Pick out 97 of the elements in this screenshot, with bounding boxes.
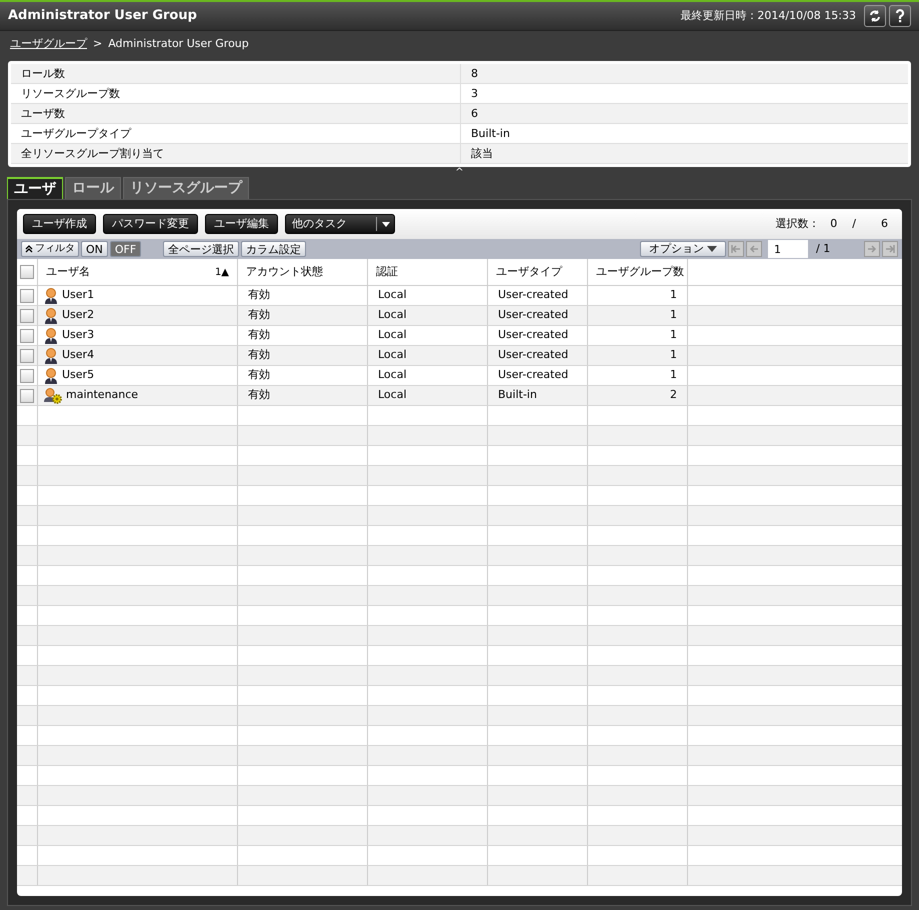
table-cell-text: Built-in <box>498 387 537 404</box>
user-name[interactable]: User4 <box>62 347 94 364</box>
summary-value: 該当 <box>470 146 494 162</box>
table-cell-text: 有効 <box>248 287 270 304</box>
summary-value: 3 <box>470 86 479 102</box>
refresh-button[interactable] <box>864 5 886 27</box>
selection-label: 選択数： <box>775 216 820 232</box>
dropdown-arrow-icon <box>707 246 717 252</box>
filter-toggle[interactable]: OFF <box>110 241 142 257</box>
breadcrumb-separator: > <box>93 36 102 52</box>
refresh-icon <box>868 9 882 23</box>
selection-total: 6 <box>881 216 888 232</box>
toolbar-button[interactable]: ユーザ作成 <box>23 214 96 234</box>
column-header[interactable]: ユーザタイプ <box>496 264 562 280</box>
user-name[interactable]: User2 <box>62 307 94 324</box>
last-page-button[interactable] <box>882 241 898 257</box>
updated-time: 2014/10/08 15:33 <box>757 8 856 24</box>
window-title: Administrator User Group <box>8 7 197 26</box>
tab[interactable]: ユーザ <box>7 177 63 199</box>
table-cell-text: Local <box>378 327 407 344</box>
table-cell-text: User-created <box>498 347 568 364</box>
help-button[interactable] <box>889 5 911 27</box>
summary-label: リソースグループ数 <box>11 84 461 103</box>
table-cell-text: Local <box>378 307 407 324</box>
summary-label: ユーザ数 <box>11 104 461 123</box>
table-cell-text: 1 <box>670 327 677 344</box>
column-settings-button[interactable]: カラム設定 <box>241 241 306 257</box>
checkbox[interactable] <box>20 288 34 302</box>
filter-button[interactable]: フィルタ <box>21 241 79 257</box>
table-cell-text: Local <box>378 387 407 404</box>
sort-indicator[interactable]: 1▲ <box>214 264 229 280</box>
table-cell-text: 有効 <box>248 367 270 384</box>
breadcrumb-current: Administrator User Group <box>108 36 249 52</box>
column-header[interactable]: 認証 <box>376 264 398 280</box>
table-cell-text: User-created <box>498 307 568 324</box>
first-page-button[interactable] <box>728 241 744 257</box>
dropdown-arrow-icon <box>382 222 390 226</box>
checkbox[interactable] <box>20 368 34 382</box>
table-cell-text: 有効 <box>248 307 270 324</box>
checkbox[interactable] <box>20 348 34 362</box>
person-gear-icon <box>44 388 62 404</box>
selection-separator: / <box>852 216 856 232</box>
checkbox[interactable] <box>20 265 34 279</box>
checkbox[interactable] <box>20 388 34 402</box>
filter-toggle[interactable]: ON <box>81 241 108 257</box>
summary-value: 8 <box>470 66 479 82</box>
selection-count: 0 <box>830 216 838 232</box>
toolbar-button[interactable]: ユーザ編集 <box>205 214 278 234</box>
next-page-button[interactable] <box>864 241 880 257</box>
tasks-dropdown[interactable]: 他のタスク <box>285 214 395 234</box>
breadcrumb-link[interactable]: ユーザグループ <box>10 36 87 52</box>
summary-value: Built-in <box>470 126 511 142</box>
arrow-left-icon <box>731 245 741 253</box>
tab[interactable]: リソースグループ <box>123 177 249 199</box>
person-icon <box>44 348 58 364</box>
table-cell-text: 有効 <box>248 347 270 364</box>
tab[interactable]: ロール <box>65 177 121 199</box>
table-cell-text: User-created <box>498 367 568 384</box>
page-total: / 1 <box>816 240 832 257</box>
help-icon <box>895 9 905 23</box>
prev-page-button[interactable] <box>746 241 762 257</box>
summary-label: ユーザグループタイプ <box>11 124 461 143</box>
table-cell-text: Local <box>378 367 407 384</box>
table-cell-text: 1 <box>670 287 677 304</box>
arrow-right-icon <box>885 245 895 253</box>
table-cell-text: User-created <box>498 287 568 304</box>
double-caret-up-icon <box>25 245 33 253</box>
table-cell-text: Local <box>378 347 407 364</box>
user-name[interactable]: User1 <box>62 287 94 304</box>
table-cell-text: 2 <box>670 387 677 404</box>
select-all-button[interactable]: 全ページ選択 <box>163 241 240 257</box>
table-cell-text: 1 <box>670 367 677 384</box>
user-name[interactable]: User3 <box>62 327 94 344</box>
summary-value: 6 <box>470 106 479 122</box>
updated-label: 最終更新日時： <box>680 8 758 24</box>
table-cell-text: 1 <box>670 307 677 324</box>
table-cell-text: 1 <box>670 347 677 364</box>
summary-label: 全リソースグループ割り当て <box>11 144 461 163</box>
checkbox[interactable] <box>20 328 34 342</box>
arrow-left-icon <box>749 245 759 253</box>
options-button[interactable]: オプション <box>640 241 726 257</box>
collapse-toggle[interactable]: ^ <box>455 167 464 177</box>
toolbar-button[interactable]: パスワード変更 <box>103 214 198 234</box>
arrow-right-icon <box>867 245 877 253</box>
page-field[interactable]: 1 <box>768 240 808 258</box>
user-name[interactable]: User5 <box>62 367 94 384</box>
summary-label: ロール数 <box>11 64 461 83</box>
table-cell-text: Local <box>378 287 407 304</box>
table-cell-text: 有効 <box>248 387 270 404</box>
checkbox[interactable] <box>20 308 34 322</box>
person-icon <box>44 308 58 324</box>
column-header[interactable]: ユーザグループ数 <box>596 264 684 280</box>
table-cell-text: 有効 <box>248 327 270 344</box>
column-header[interactable]: ユーザ名 <box>46 264 90 280</box>
user-name[interactable]: maintenance <box>66 387 138 404</box>
column-header[interactable]: アカウント状態 <box>246 264 323 280</box>
table-cell-text: User-created <box>498 327 568 344</box>
